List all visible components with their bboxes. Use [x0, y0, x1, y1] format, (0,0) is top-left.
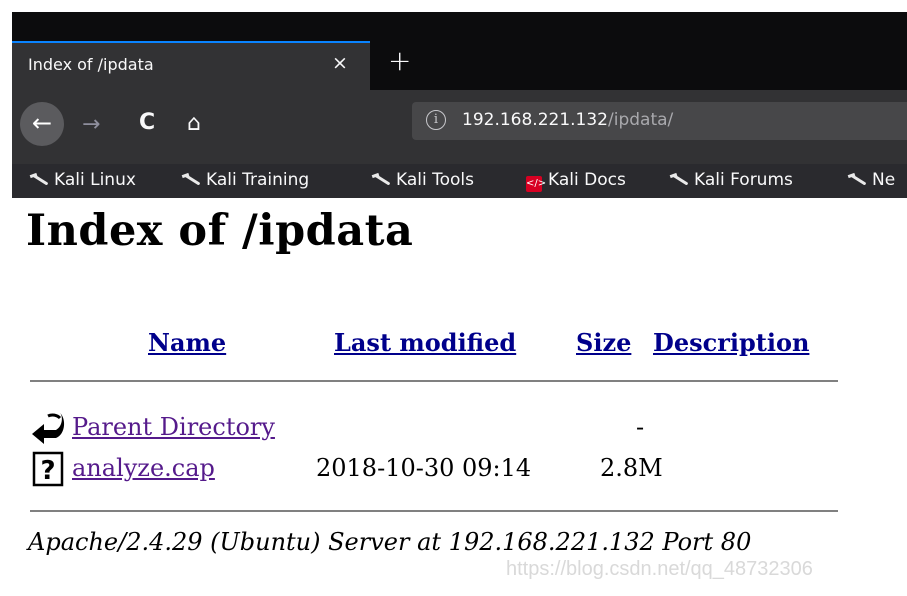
bookmark-kali-tools[interactable]: Kali Tools — [372, 170, 474, 190]
url-path: /ipdata/ — [608, 110, 674, 130]
browser-window: Index of /ipdata × + ← → C ⌂ i 192.168.2… — [12, 12, 907, 198]
url-text[interactable]: 192.168.221.132/ipdata/ — [462, 110, 673, 130]
bookmark-label: Kali Linux — [54, 170, 136, 190]
bookmark-kali-forums[interactable]: Kali Forums — [670, 170, 793, 190]
column-name-link[interactable]: Name — [148, 328, 226, 357]
server-signature: Apache/2.4.29 (Ubuntu) Server at 192.168… — [28, 528, 752, 556]
watermark: https://blog.csdn.net/qq_48732306 — [506, 558, 813, 580]
list-item: Parent Directory - — [30, 410, 850, 446]
list-item: ? analyze.cap 2018-10-30 09:14 2.8M — [30, 451, 850, 487]
bookmark-kali-training[interactable]: Kali Training — [182, 170, 309, 190]
bookmark-label: Kali Docs — [548, 170, 626, 190]
row-date: 2018-10-30 09:14 — [316, 454, 532, 482]
home-button[interactable]: ⌂ — [187, 111, 201, 136]
reload-button[interactable]: C — [139, 110, 155, 135]
new-tab-button[interactable]: + — [388, 44, 411, 77]
unknown-file-icon: ? — [32, 451, 64, 487]
bookmark-ne[interactable]: Ne — [848, 170, 895, 190]
close-tab-icon[interactable]: × — [332, 52, 348, 74]
kali-dragon-icon — [848, 172, 866, 186]
row-size: - — [636, 413, 645, 441]
analyze-cap-link[interactable]: analyze.cap — [72, 454, 215, 482]
forward-button[interactable]: → — [82, 112, 100, 137]
kali-dragon-icon — [30, 172, 48, 186]
url-bar[interactable]: i 192.168.221.132/ipdata/ — [412, 102, 907, 140]
tab-index-ipdata[interactable]: Index of /ipdata × — [12, 41, 370, 90]
tab-bar: Index of /ipdata × + — [12, 12, 907, 90]
site-info-icon[interactable]: i — [426, 110, 446, 130]
svg-text:?: ? — [40, 456, 55, 486]
kali-dragon-icon — [670, 172, 688, 186]
tab-title: Index of /ipdata — [28, 55, 154, 74]
navigation-toolbar: ← → C ⌂ i 192.168.221.132/ipdata/ — [12, 90, 907, 164]
bookmark-label: Kali Tools — [396, 170, 474, 190]
footer-divider — [30, 510, 838, 512]
bookmark-label: Kali Training — [206, 170, 310, 190]
kali-docs-icon: </> — [526, 176, 546, 192]
back-button[interactable]: ← — [20, 102, 64, 146]
page-title: Index of /ipdata — [26, 206, 414, 256]
bookmark-kali-docs[interactable]: </> Kali Docs — [526, 170, 626, 192]
row-size: 2.8M — [600, 454, 663, 482]
bookmark-label: Kali Forums — [694, 170, 793, 190]
bookmark-label: Ne — [872, 170, 896, 190]
kali-dragon-icon — [182, 172, 200, 186]
header-divider — [30, 380, 838, 382]
column-description-link[interactable]: Description — [653, 328, 809, 357]
url-host: 192.168.221.132 — [462, 110, 609, 130]
parent-directory-link[interactable]: Parent Directory — [72, 413, 275, 441]
back-arrow-icon — [32, 413, 65, 444]
bookmarks-toolbar: Kali Linux Kali Training Kali Tools </> K… — [12, 164, 907, 198]
column-size-link[interactable]: Size — [576, 328, 631, 357]
kali-dragon-icon — [372, 172, 390, 186]
bookmark-kali-linux[interactable]: Kali Linux — [30, 170, 136, 190]
screenshot-margin-left — [0, 0, 12, 596]
page-content: Index of /ipdata Name Last modified Size… — [12, 198, 907, 596]
column-last-modified-link[interactable]: Last modified — [334, 328, 516, 357]
